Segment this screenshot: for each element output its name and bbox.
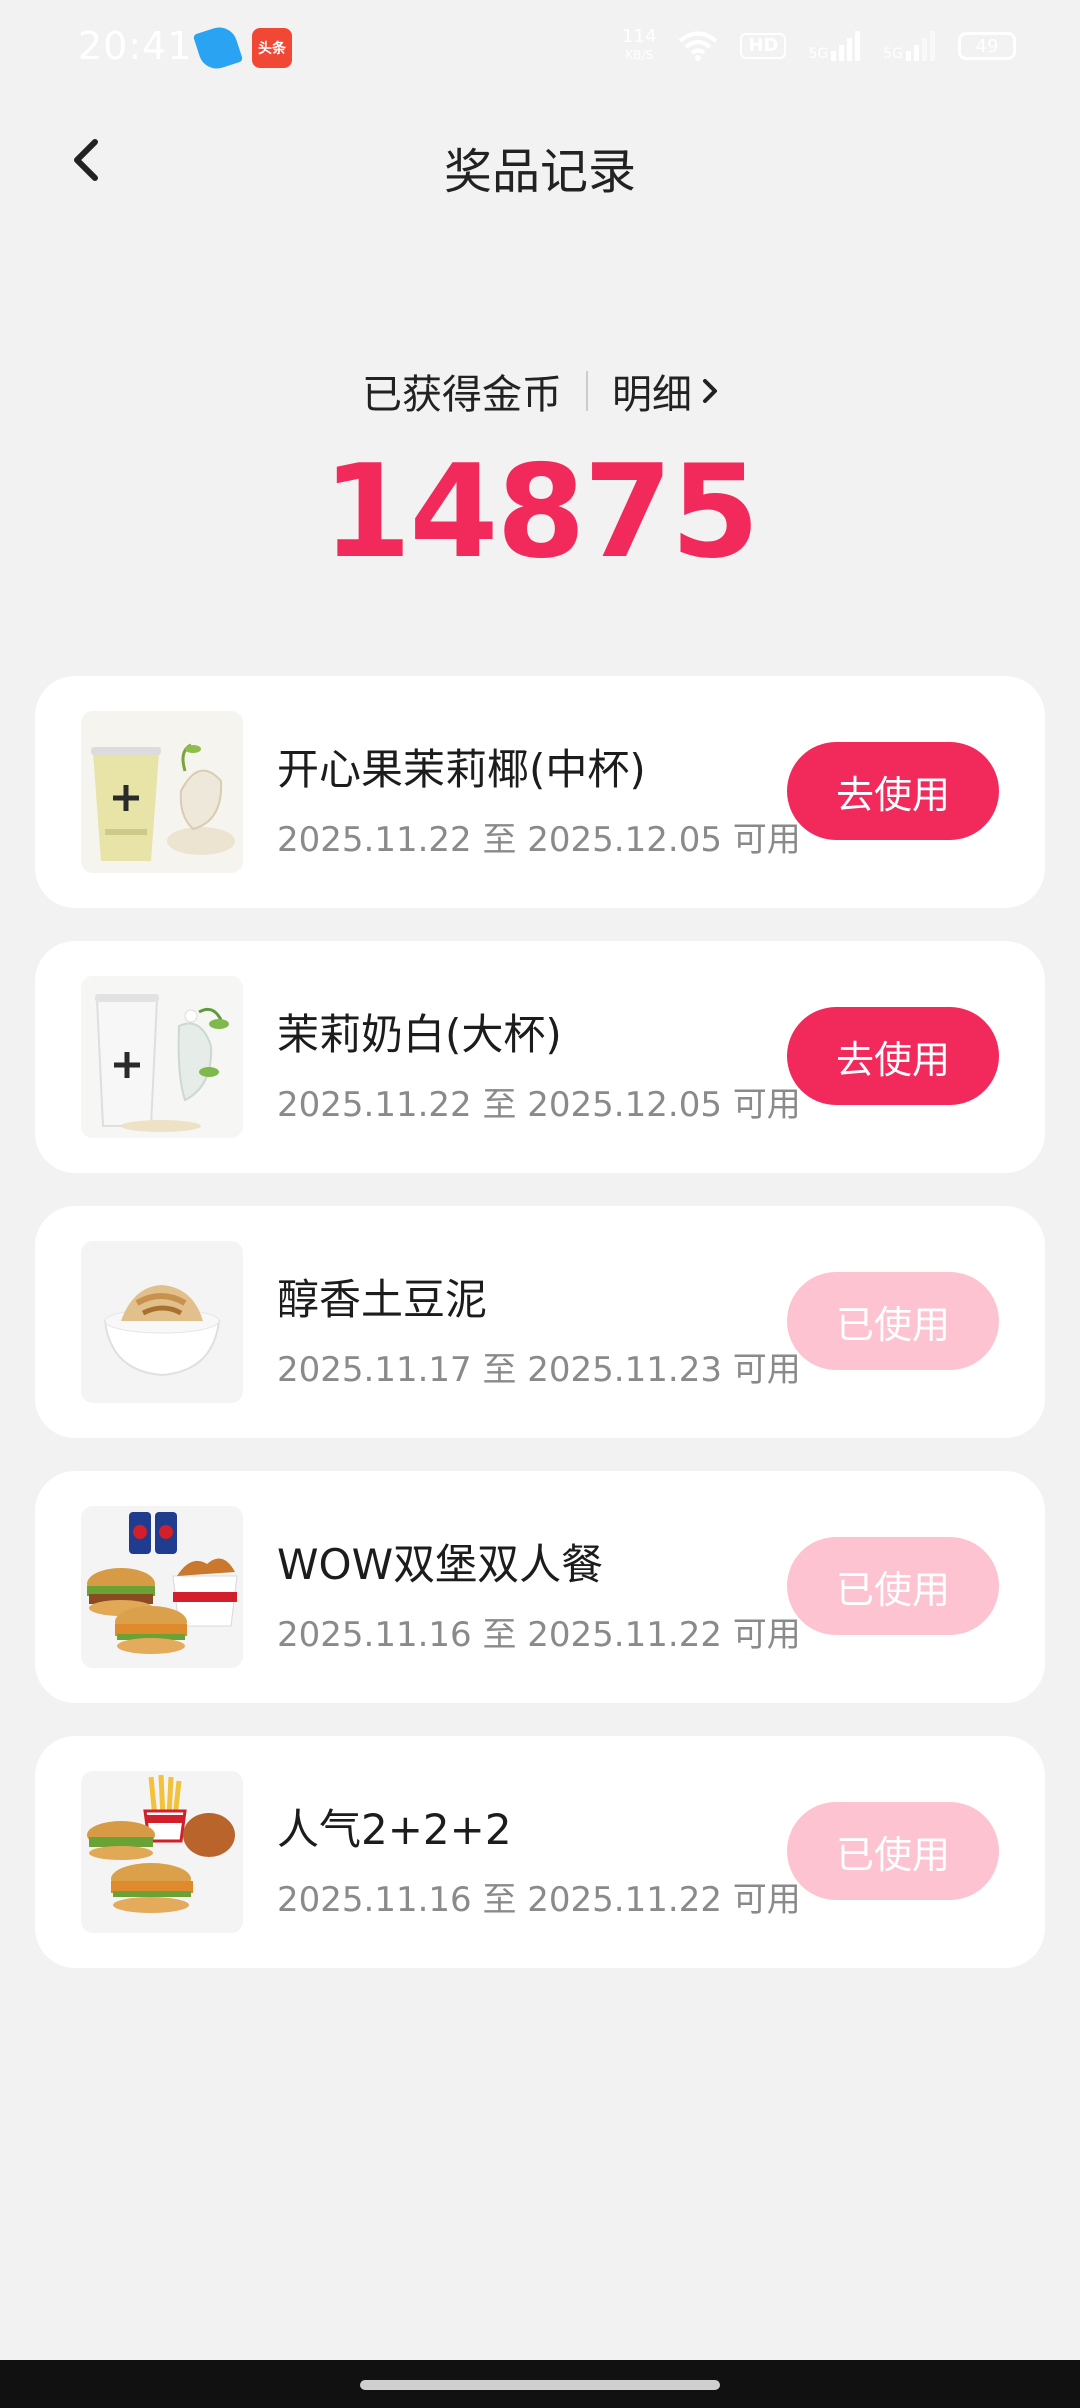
status-time: 20:41 bbox=[78, 24, 193, 68]
prize-name: WOW双堡双人餐 bbox=[277, 1540, 604, 1589]
prize-name: 茉莉奶白(大杯) bbox=[277, 1010, 562, 1059]
battery-icon: 49 bbox=[958, 32, 1016, 60]
used-button[interactable]: 已使用 bbox=[787, 1537, 999, 1635]
wifi-icon bbox=[679, 31, 718, 61]
hd-indicator: HD bbox=[740, 33, 787, 59]
prize-card: 开心果茉莉椰(中杯) 2025.11.22 至 2025.12.05 可用 去使… bbox=[35, 676, 1045, 908]
prize-validity: 2025.11.17 至 2025.11.23 可用 bbox=[277, 1350, 801, 1390]
prize-validity: 2025.11.16 至 2025.11.22 可用 bbox=[277, 1880, 801, 1920]
prize-validity: 2025.11.22 至 2025.12.05 可用 bbox=[277, 1085, 801, 1125]
signal-bars-icon bbox=[906, 31, 935, 61]
prize-image-jasmine-milk bbox=[81, 976, 243, 1138]
signal-bars-icon bbox=[831, 31, 861, 61]
prize-image-popular-combo bbox=[81, 1771, 243, 1933]
coins-summary: 已获得金币 明细 bbox=[0, 362, 1080, 420]
detail-link[interactable]: 明细 bbox=[612, 362, 718, 420]
signal-2-label: 5G bbox=[883, 46, 903, 62]
prize-name: 人气2+2+2 bbox=[277, 1805, 512, 1854]
used-button[interactable]: 已使用 bbox=[787, 1802, 999, 1900]
prize-validity: 2025.11.22 至 2025.12.05 可用 bbox=[277, 820, 801, 860]
telegram-like-icon bbox=[192, 22, 244, 74]
coins-divider bbox=[586, 371, 588, 411]
prize-image-mashed-potato bbox=[81, 1241, 243, 1403]
signal-1-label: 5G bbox=[808, 46, 829, 62]
prize-image-pistachio-tea bbox=[81, 711, 243, 873]
system-navigation-bar bbox=[0, 2360, 1080, 2408]
battery-level: 49 bbox=[975, 35, 999, 57]
prize-name: 醇香土豆泥 bbox=[277, 1275, 488, 1324]
signal-2: 5G bbox=[883, 31, 936, 61]
use-button[interactable]: 去使用 bbox=[787, 1007, 999, 1105]
network-speed-unit: KB/S bbox=[625, 48, 654, 62]
prize-name: 开心果茉莉椰(中杯) bbox=[277, 745, 646, 794]
prize-card: WOW双堡双人餐 2025.11.16 至 2025.11.22 可用 已使用 bbox=[35, 1471, 1045, 1703]
toutiao-icon: 头条 bbox=[252, 28, 292, 68]
prize-card: 茉莉奶白(大杯) 2025.11.22 至 2025.12.05 可用 去使用 bbox=[35, 941, 1045, 1173]
prize-card: 醇香土豆泥 2025.11.17 至 2025.11.23 可用 已使用 bbox=[35, 1206, 1045, 1438]
status-bar: 20:41 头条 114 KB/S HD 5G 5G 49 bbox=[0, 0, 1080, 100]
detail-label: 明细 bbox=[612, 372, 692, 418]
page: 20:41 头条 114 KB/S HD 5G 5G 49 奖品记录 已获得金币… bbox=[0, 0, 1080, 2408]
page-title: 奖品记录 bbox=[443, 144, 636, 200]
prize-image-double-burger-meal bbox=[81, 1506, 243, 1668]
signal-1: 5G bbox=[808, 31, 861, 61]
used-button[interactable]: 已使用 bbox=[787, 1272, 999, 1370]
network-speed-value: 114 bbox=[622, 26, 657, 47]
use-button[interactable]: 去使用 bbox=[787, 742, 999, 840]
prize-card: 人气2+2+2 2025.11.16 至 2025.11.22 可用 已使用 bbox=[35, 1736, 1045, 1968]
chevron-right-icon bbox=[703, 379, 717, 403]
status-app-icons: 头条 bbox=[192, 22, 292, 74]
home-gesture-handle[interactable] bbox=[360, 2380, 720, 2390]
coins-value: 14875 bbox=[322, 438, 759, 587]
prize-validity: 2025.11.16 至 2025.11.22 可用 bbox=[277, 1615, 801, 1655]
network-speed: 114 KB/S bbox=[622, 28, 656, 64]
coins-label: 已获得金币 bbox=[362, 372, 562, 418]
toutiao-icon-label: 头条 bbox=[258, 41, 286, 57]
header: 奖品记录 bbox=[0, 110, 1080, 210]
status-indicators: 114 KB/S HD 5G 5G 49 bbox=[622, 28, 1016, 64]
